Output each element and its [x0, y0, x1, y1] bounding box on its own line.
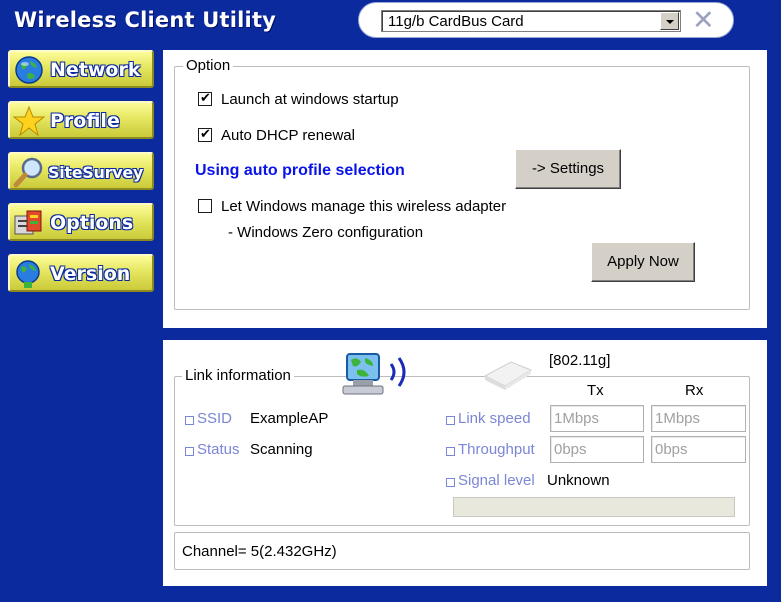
- nav-profile-button[interactable]: Profile: [8, 101, 154, 139]
- nav-network-button[interactable]: Network: [8, 50, 154, 88]
- nav-version-label: Version: [50, 263, 131, 285]
- adapter-selector-area: 11g/b CardBus Card ✕: [358, 2, 734, 38]
- launch-startup-label: Launch at windows startup: [221, 91, 399, 108]
- option-panel: Option Launch at windows startup Auto DH…: [163, 50, 767, 328]
- nav-profile-label: Profile: [50, 110, 120, 132]
- signal-level-marker: [446, 478, 455, 487]
- throughput-marker: [446, 447, 455, 456]
- zero-config-text: - Windows Zero configuration: [228, 224, 424, 241]
- settings-button[interactable]: -> Settings: [515, 149, 621, 189]
- link-speed-label: Link speed: [458, 410, 531, 427]
- auto-profile-text: Using auto profile selection: [195, 162, 405, 179]
- star-icon: [13, 105, 45, 137]
- link-speed-tx-field: 1Mbps: [550, 405, 644, 432]
- computer-wireless-icon: [342, 353, 406, 395]
- windows-manage-label: Let Windows manage this wireless adapter: [221, 198, 507, 215]
- rx-header: Rx: [685, 382, 704, 399]
- nav-options-button[interactable]: Options: [8, 203, 154, 241]
- nav-network-label: Network: [50, 59, 141, 81]
- nav-sitesurvey-button[interactable]: SiteSurvey: [8, 152, 154, 190]
- status-label: Status: [197, 441, 240, 458]
- ssid-label: SSID: [197, 410, 233, 427]
- status-value: Scanning: [250, 441, 313, 458]
- throughput-tx-field: 0bps: [550, 436, 644, 463]
- link-speed-rx-field: 1Mbps: [651, 405, 746, 432]
- wireless-standard: [802.11g]: [549, 352, 611, 369]
- signal-level-bar: [453, 497, 735, 517]
- auto-dhcp-checkbox[interactable]: [198, 126, 212, 142]
- throughput-label: Throughput: [458, 441, 535, 458]
- apply-now-button[interactable]: Apply Now: [591, 242, 695, 282]
- windows-manage-checkbox[interactable]: [198, 199, 212, 213]
- link-panel: Link information [802.11g] Tx Rx SSID Ex…: [163, 340, 767, 586]
- adapter-dropdown[interactable]: 11g/b CardBus Card: [381, 10, 681, 32]
- globe-person-icon: [16, 260, 40, 288]
- adapter-dropdown-value: 11g/b CardBus Card: [388, 13, 524, 30]
- access-point-icon: [483, 361, 533, 390]
- signal-level-label: Signal level: [458, 472, 535, 489]
- wireless-client-utility-window: Wireless Client Utility 11g/b CardBus Ca…: [0, 0, 781, 602]
- link-speed-marker: [446, 416, 455, 425]
- signal-level-value: Unknown: [547, 472, 610, 489]
- launch-startup-checkbox[interactable]: [198, 90, 212, 106]
- status-marker: [185, 447, 194, 456]
- nav-sitesurvey-label: SiteSurvey: [48, 163, 144, 182]
- tx-header: Tx: [587, 382, 604, 399]
- app-title: Wireless Client Utility: [14, 8, 277, 32]
- options-icon: [14, 210, 42, 235]
- globe-icon: [15, 56, 43, 84]
- nav-options-label: Options: [50, 212, 134, 234]
- link-legend: Link information: [182, 367, 294, 384]
- chevron-down-icon[interactable]: [660, 12, 679, 30]
- nav-version-button[interactable]: Version: [8, 254, 154, 292]
- auto-dhcp-label: Auto DHCP renewal: [221, 127, 355, 144]
- channel-text: Channel= 5(2.432GHz): [182, 543, 337, 560]
- ssid-value: ExampleAP: [250, 410, 329, 427]
- close-icon[interactable]: ✕: [692, 6, 715, 34]
- magnifier-icon: [13, 157, 43, 188]
- throughput-rx-field: 0bps: [651, 436, 746, 463]
- option-legend: Option: [183, 57, 234, 74]
- ssid-marker: [185, 416, 194, 425]
